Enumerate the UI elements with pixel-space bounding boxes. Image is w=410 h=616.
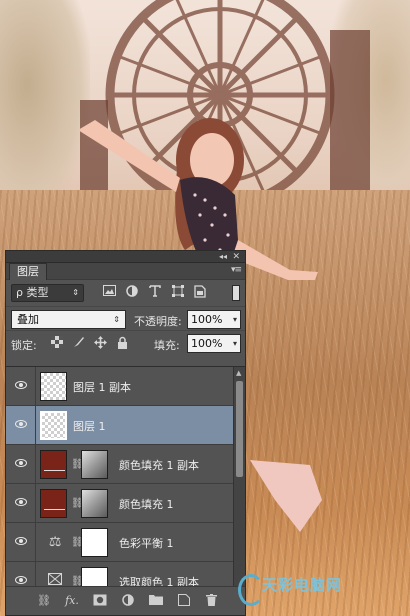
visibility-toggle[interactable] <box>6 367 36 406</box>
link-chain-icon[interactable]: ⛓ <box>71 459 84 471</box>
filter-row: ρ 类型 ⇕ <box>6 280 245 306</box>
fill-indicator-icon <box>41 468 68 474</box>
layer-mask-thumbnail[interactable] <box>81 528 108 557</box>
collapse-icon[interactable]: ◂◂ <box>219 251 227 263</box>
eye-icon[interactable] <box>15 459 27 467</box>
trash-icon[interactable] <box>203 594 219 608</box>
fx-icon[interactable]: fx. <box>64 594 80 608</box>
close-icon[interactable]: ✕ <box>232 251 240 263</box>
chevron-down-icon[interactable]: ▾ <box>233 335 237 352</box>
chevron-down-icon[interactable]: ▾ <box>233 311 237 328</box>
layers-list: 图层 1 副本 图层 1 ⛓ 颜色填充 1 副本 ⛓ 颜色填充 1 ⚖ ⛓ 色彩… <box>6 366 245 587</box>
layer-row[interactable]: ⚖ ⛓ 色彩平衡 1 <box>6 523 245 562</box>
fill-color-thumbnail[interactable] <box>40 450 67 479</box>
eye-icon[interactable] <box>15 381 27 389</box>
shape-filter-icon[interactable] <box>170 285 185 300</box>
lock-all-icon[interactable] <box>116 336 129 349</box>
image-filter-icon[interactable] <box>102 285 117 300</box>
layers-scrollbar[interactable]: ▲ <box>233 367 245 587</box>
tab-layers[interactable]: 图层 <box>9 263 47 280</box>
layer-thumbnail[interactable] <box>40 411 67 440</box>
chevron-down-icon: ⇕ <box>113 315 120 324</box>
updown-arrow-icon: ⇕ <box>72 288 79 297</box>
new-layer-icon[interactable] <box>176 594 192 608</box>
scroll-up-icon[interactable]: ▲ <box>236 369 241 377</box>
layer-row-selected[interactable]: 图层 1 <box>6 406 245 445</box>
filter-kind-select[interactable]: ρ 类型 ⇕ <box>11 284 84 302</box>
scrollbar-thumb[interactable] <box>236 381 243 477</box>
lock-transparent-pixels-icon[interactable] <box>50 336 63 349</box>
watermark-logo-icon <box>238 574 264 606</box>
selective-color-icon[interactable] <box>46 573 64 587</box>
fill-label: 填充: <box>154 339 180 352</box>
fill-indicator-icon <box>41 507 68 513</box>
balance-scale-icon[interactable]: ⚖ <box>46 534 64 550</box>
visibility-toggle[interactable] <box>6 406 36 445</box>
layer-name[interactable]: 图层 1 副本 <box>73 379 131 395</box>
adjustment-icon[interactable] <box>120 594 136 608</box>
fill-input[interactable]: 100% ▾ <box>187 334 241 353</box>
visibility-toggle[interactable] <box>6 445 36 484</box>
folder-icon[interactable] <box>148 594 164 608</box>
blend-mode-select[interactable]: 叠加 ⇕ <box>11 310 126 329</box>
type-filter-icon[interactable] <box>147 285 162 300</box>
adjustment-filter-icon[interactable] <box>124 285 139 300</box>
blend-mode-value: 叠加 <box>17 313 39 326</box>
lock-row: 锁定: 填充: 100% ▾ <box>6 330 245 354</box>
lock-image-pixels-icon[interactable] <box>72 336 85 349</box>
eye-icon[interactable] <box>15 420 27 428</box>
opacity-value: 100% <box>191 313 223 326</box>
layer-name[interactable]: 图层 1 <box>73 418 106 434</box>
fill-value: 100% <box>191 337 223 350</box>
smart-object-filter-icon[interactable] <box>192 285 207 300</box>
panel-menu-icon[interactable]: ▾≡ <box>231 265 242 275</box>
panel-tab-row: 图层 ▾≡ <box>6 263 245 280</box>
layer-name[interactable]: 颜色填充 1 <box>119 496 174 512</box>
layer-name[interactable]: 颜色填充 1 副本 <box>119 457 199 473</box>
layer-thumbnail[interactable] <box>40 372 67 401</box>
layer-row[interactable]: ⛓ 选取颜色 1 副本 <box>6 562 245 587</box>
layer-mask-thumbnail[interactable] <box>81 450 108 479</box>
layer-mask-thumbnail[interactable] <box>81 567 108 587</box>
filter-toggle-switch[interactable] <box>232 285 240 301</box>
layer-row[interactable]: 图层 1 副本 <box>6 367 245 406</box>
visibility-toggle[interactable] <box>6 562 36 587</box>
visibility-toggle[interactable] <box>6 484 36 523</box>
eye-icon[interactable] <box>15 576 27 584</box>
layer-name[interactable]: 色彩平衡 1 <box>119 535 174 551</box>
site-watermark: 天彩电脑网 <box>236 572 408 612</box>
panel-title-bar[interactable]: ◂◂ ✕ <box>6 251 245 263</box>
link-icon[interactable]: ⛓ <box>36 594 52 608</box>
link-chain-icon[interactable]: ⛓ <box>71 537 84 549</box>
lock-position-icon[interactable] <box>94 336 107 349</box>
fill-color-thumbnail[interactable] <box>40 489 67 518</box>
opacity-label: 不透明度: <box>134 315 182 328</box>
layer-mask-thumbnail[interactable] <box>81 489 108 518</box>
lock-label: 锁定: <box>11 339 37 352</box>
watermark-text: 天彩电脑网 <box>262 576 343 594</box>
filter-kind-value: ρ 类型 <box>16 286 49 299</box>
eye-icon[interactable] <box>15 537 27 545</box>
eye-icon[interactable] <box>15 498 27 506</box>
layer-row[interactable]: ⛓ 颜色填充 1 副本 <box>6 445 245 484</box>
link-chain-icon[interactable]: ⛓ <box>71 498 84 510</box>
opacity-input[interactable]: 100% ▾ <box>187 310 241 329</box>
blend-row: 叠加 ⇕ 不透明度: 100% ▾ <box>6 306 245 330</box>
layer-row[interactable]: ⛓ 颜色填充 1 <box>6 484 245 523</box>
visibility-toggle[interactable] <box>6 523 36 562</box>
layers-bottom-toolbar: ⛓ fx. <box>6 586 245 615</box>
layers-panel: ◂◂ ✕ 图层 ▾≡ ρ 类型 ⇕ 叠加 ⇕ 不透明度: 100% ▾ 锁定: … <box>5 250 246 616</box>
mask-icon[interactable] <box>92 594 108 608</box>
